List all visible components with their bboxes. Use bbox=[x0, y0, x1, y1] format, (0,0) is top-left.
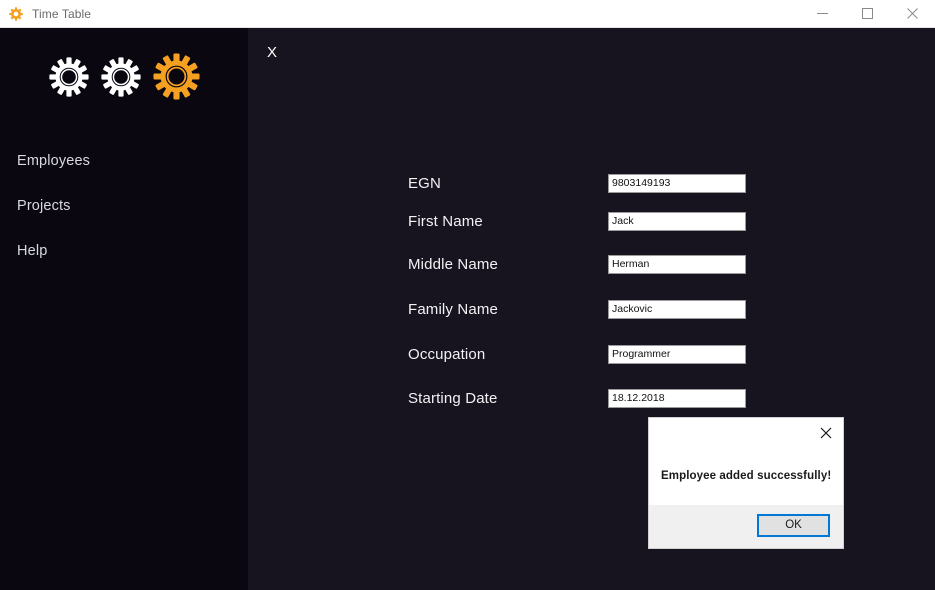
sidebar-item-label: Employees bbox=[17, 152, 91, 169]
label-starting-date: Starting Date bbox=[408, 389, 498, 407]
minimize-button[interactable] bbox=[800, 0, 845, 27]
gear-icon-3 bbox=[152, 53, 200, 100]
window-title: Time Table bbox=[32, 6, 92, 21]
label-first-name: First Name bbox=[408, 212, 483, 230]
window-controls bbox=[800, 0, 935, 28]
close-button[interactable] bbox=[890, 0, 935, 27]
gear-icon-1 bbox=[48, 56, 89, 97]
middle-name-input[interactable] bbox=[608, 254, 746, 274]
dialog-message: Employee added successfully! bbox=[661, 470, 832, 482]
form-row-starting-date: Starting Date bbox=[408, 388, 913, 408]
sidebar-logo bbox=[0, 53, 248, 100]
form-row-family-name: Family Name bbox=[408, 299, 913, 319]
sidebar-item-label: Projects bbox=[17, 197, 71, 214]
app-window: Time Table Employees Projects Help X EGN… bbox=[0, 0, 935, 590]
maximize-button[interactable] bbox=[845, 0, 890, 27]
sidebar-item-projects[interactable]: Projects bbox=[0, 183, 248, 228]
dialog-ok-button[interactable]: OK bbox=[757, 514, 830, 537]
dialog-close-button[interactable] bbox=[815, 422, 837, 444]
starting-date-input[interactable] bbox=[608, 388, 746, 408]
first-name-input[interactable] bbox=[608, 211, 746, 231]
label-egn: EGN bbox=[408, 174, 441, 192]
form-row-middle-name: Middle Name bbox=[408, 254, 913, 274]
label-occupation: Occupation bbox=[408, 345, 486, 363]
close-icon bbox=[907, 7, 918, 19]
form-row-egn: EGN bbox=[408, 173, 913, 193]
app-gear-icon bbox=[9, 6, 23, 21]
dialog-footer: OK bbox=[649, 505, 843, 548]
gear-icon-2 bbox=[100, 56, 141, 97]
success-dialog: Employee added successfully! OK bbox=[649, 418, 843, 548]
sidebar-nav: Employees Projects Help bbox=[0, 138, 248, 273]
sidebar-item-employees[interactable]: Employees bbox=[0, 138, 248, 183]
title-bar: Time Table bbox=[0, 0, 935, 28]
panel-close-button[interactable]: X bbox=[267, 45, 277, 60]
close-icon bbox=[820, 427, 832, 439]
occupation-input[interactable] bbox=[608, 344, 746, 364]
egn-input[interactable] bbox=[608, 173, 746, 193]
sidebar-item-label: Help bbox=[17, 242, 48, 259]
minimize-icon bbox=[817, 12, 828, 14]
form-row-first-name: First Name bbox=[408, 211, 913, 231]
sidebar-item-help[interactable]: Help bbox=[0, 228, 248, 273]
label-middle-name: Middle Name bbox=[408, 255, 499, 273]
form-row-occupation: Occupation bbox=[408, 344, 913, 364]
label-family-name: Family Name bbox=[408, 300, 498, 318]
family-name-input[interactable] bbox=[608, 299, 746, 319]
sidebar: Employees Projects Help bbox=[0, 28, 248, 590]
maximize-icon bbox=[862, 7, 873, 19]
